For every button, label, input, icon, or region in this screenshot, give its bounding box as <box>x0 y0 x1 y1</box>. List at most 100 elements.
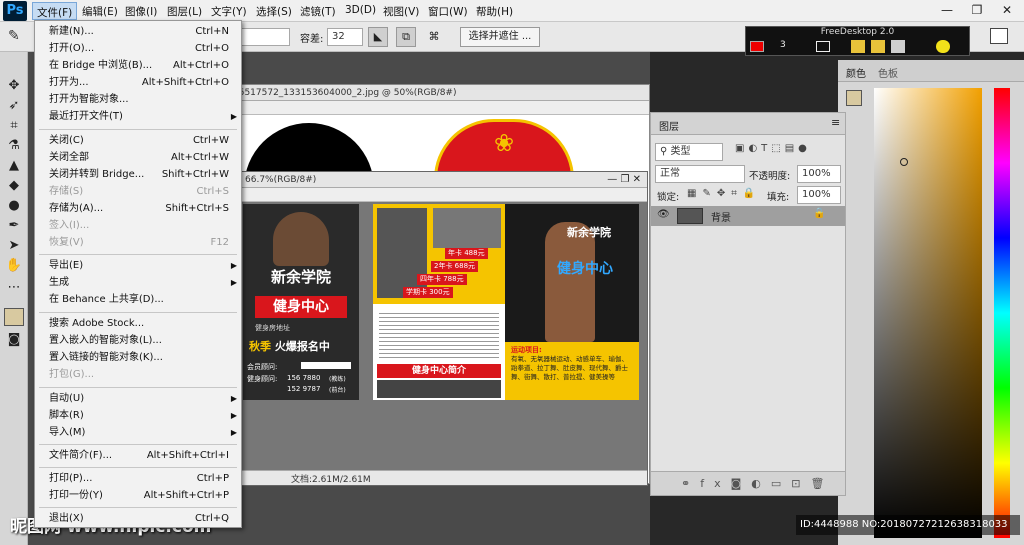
color-field[interactable] <box>874 88 982 538</box>
menu-item-scripts[interactable]: 脚本(R) ▶ <box>35 407 241 424</box>
menu-item-exit[interactable]: 退出(X) Ctrl+Q <box>35 510 241 527</box>
menu-item-open-as[interactable]: 打开为... Alt+Shift+Ctrl+O <box>35 74 241 91</box>
menu-item-save[interactable]: 存储(S) Ctrl+S <box>35 183 241 200</box>
layer-filter-dropdown[interactable]: ⚲ 类型 <box>655 143 723 161</box>
menu-item-revert[interactable]: 恢复(V) F12 <box>35 234 241 251</box>
menu-file[interactable]: 文件(F) <box>32 2 78 20</box>
layer-filter-icons[interactable]: ▣◐T⬚▤● <box>735 143 841 154</box>
pen-icon[interactable] <box>851 40 865 53</box>
menu-item-check-in[interactable]: 签入(I)... <box>35 217 241 234</box>
menu-filter[interactable]: 滤镜(T) <box>300 4 336 19</box>
menu-item-automate[interactable]: 自动(U) ▶ <box>35 390 241 407</box>
foreground-color-swatch[interactable] <box>4 308 24 326</box>
blur-tool-icon[interactable]: ● <box>5 198 23 214</box>
opacity-input[interactable]: 100% <box>797 165 841 183</box>
menu-edit[interactable]: 编辑(E) <box>82 4 118 19</box>
hue-slider[interactable] <box>994 88 1010 538</box>
rectangle-icon[interactable] <box>816 41 830 52</box>
menu-item-label: 最近打开文件(T) <box>49 111 123 122</box>
opacity-label: 不透明度: <box>749 171 791 182</box>
poster-phone-2-note: (前台) <box>329 387 346 394</box>
minimize-button[interactable]: — <box>932 0 962 20</box>
eraser-icon[interactable] <box>891 40 905 53</box>
submenu-arrow-icon: ▶ <box>230 261 237 270</box>
select-and-mask-button[interactable]: 选择并遮住 ... <box>460 27 540 47</box>
tab-swatches[interactable]: 色板 <box>878 65 898 80</box>
menu-item-close-all[interactable]: 关闭全部 Alt+Ctrl+W <box>35 149 241 166</box>
stamp-tool-icon[interactable]: ▲ <box>5 158 23 174</box>
move-tool-icon[interactable]: ✥ <box>5 78 23 94</box>
contiguous-icon[interactable]: ⧉ <box>396 27 416 47</box>
menu-item-browse-bridge[interactable]: 在 Bridge 中浏览(B)... Alt+Ctrl+O <box>35 57 241 74</box>
crop-tool-icon[interactable]: ⌗ <box>5 118 23 134</box>
tab-layers[interactable]: 图层 <box>659 118 679 133</box>
tab-color[interactable]: 颜色 <box>846 65 866 80</box>
menu-item-import[interactable]: 导入(M) ▶ <box>35 424 241 441</box>
doc2-window-controls[interactable]: — ❐ ✕ <box>569 172 645 188</box>
restore-button[interactable]: ❐ <box>962 0 992 20</box>
path-selection-icon[interactable]: ➤ <box>5 238 23 254</box>
lightbulb-icon[interactable] <box>936 40 950 53</box>
menu-type[interactable]: 文字(Y) <box>211 4 247 19</box>
pen-tool-icon[interactable]: ✒ <box>5 218 23 234</box>
fill-input[interactable]: 100% <box>797 186 841 204</box>
menu-item-print[interactable]: 打印(P)... Ctrl+P <box>35 470 241 487</box>
menu-item-print-one[interactable]: 打印一份(Y) Alt+Shift+Ctrl+P <box>35 487 241 504</box>
eyedropper-tool-icon[interactable]: ⚗ <box>5 138 23 154</box>
menu-item-shortcut: F12 <box>210 237 229 248</box>
menu-item-search-stock[interactable]: 搜索 Adobe Stock... <box>35 315 241 332</box>
workspace-switch-icon[interactable] <box>990 28 1008 44</box>
menu-item-new[interactable]: 新建(N)... Ctrl+N <box>35 23 241 40</box>
menu-item-save-as[interactable]: 存储为(A)... Shift+Ctrl+S <box>35 200 241 217</box>
menu-layer[interactable]: 图层(L) <box>167 4 202 19</box>
tolerance-input[interactable]: 32 <box>327 28 363 46</box>
lock-icons[interactable]: ▦✎✥⌗🔒 <box>687 188 761 199</box>
menu-item-shortcut: Alt+Ctrl+W <box>171 152 229 163</box>
menu-select[interactable]: 选择(S) <box>256 4 292 19</box>
color-swatch-red[interactable] <box>750 41 764 52</box>
menu-item-open-smart-object[interactable]: 打开为智能对象... <box>35 91 241 108</box>
blend-mode-dropdown[interactable]: 正常 <box>655 165 745 183</box>
menu-3d[interactable]: 3D(D) <box>345 4 376 16</box>
menu-item-shortcut: Alt+Shift+Ctrl+I <box>146 450 229 461</box>
menu-image[interactable]: 图像(I) <box>125 4 157 19</box>
eraser-tool-icon[interactable]: ◆ <box>5 178 23 194</box>
lasso-tool-icon[interactable]: ➶ <box>5 98 23 114</box>
menu-item-place-embedded[interactable]: 置入嵌入的智能对象(L)... <box>35 332 241 349</box>
menu-window[interactable]: 窗口(W) <box>428 4 468 19</box>
menu-item-generate[interactable]: 生成 ▶ <box>35 274 241 291</box>
layer-name[interactable]: 背景 <box>711 209 731 224</box>
menu-help[interactable]: 帮助(H) <box>476 4 513 19</box>
layer-row-background[interactable]: 👁 背景 🔒 <box>651 206 845 226</box>
layer-action-icons[interactable]: ⚭fx◙◐▭⊡🗑 <box>681 477 834 490</box>
submenu-arrow-icon: ▶ <box>230 411 237 420</box>
more-tools-icon[interactable]: ⋯ <box>5 280 23 296</box>
hand-tool-icon[interactable]: ✋ <box>5 258 23 274</box>
doc1-tab[interactable]: 25517572_133153604000_2.jpg @ 50%(RGB/8#… <box>229 85 649 101</box>
menu-item-recent-files[interactable]: 最近打开文件(T) ▶ <box>35 108 241 125</box>
menu-item-share-behance[interactable]: 在 Behance 上共享(D)... <box>35 291 241 308</box>
visibility-eye-icon[interactable]: 👁 <box>657 209 670 220</box>
current-color-swatch[interactable] <box>846 90 862 106</box>
menu-view[interactable]: 视图(V) <box>383 4 419 19</box>
menu-item-close-go-bridge[interactable]: 关闭并转到 Bridge... Shift+Ctrl+W <box>35 166 241 183</box>
sample-all-layers-icon[interactable]: ⌘ <box>425 27 443 47</box>
menu-item-open[interactable]: 打开(O)... Ctrl+O <box>35 40 241 57</box>
marker-icon[interactable] <box>871 40 885 53</box>
menu-item-place-linked[interactable]: 置入链接的智能对象(K)... <box>35 349 241 366</box>
menu-item-close[interactable]: 关闭(C) Ctrl+W <box>35 132 241 149</box>
color-picker-cursor[interactable] <box>900 158 908 166</box>
panel-menu-icon[interactable]: ≡ <box>831 116 840 129</box>
poster-right-subtitle: 健身中心 <box>557 261 613 277</box>
quick-mask-icon[interactable]: ◙ <box>5 332 23 348</box>
magic-wand-icon[interactable]: ✎ <box>8 28 20 44</box>
menu-item-file-info[interactable]: 文件简介(F)... Alt+Shift+Ctrl+I <box>35 447 241 464</box>
menu-item-package[interactable]: 打包(G)... <box>35 366 241 383</box>
poster-left-signup: 秋季 火爆报名中 <box>249 338 359 356</box>
sample-size-dropdown[interactable] <box>240 28 290 46</box>
close-window-button[interactable]: ✕ <box>992 0 1022 20</box>
anti-alias-icon[interactable]: ◣ <box>368 27 388 47</box>
layers-panel-header: 图层 ≡ <box>651 113 845 135</box>
doc2-status-text: 文档:2.61M/2.61M <box>291 475 371 485</box>
menu-item-export[interactable]: 导出(E) ▶ <box>35 257 241 274</box>
